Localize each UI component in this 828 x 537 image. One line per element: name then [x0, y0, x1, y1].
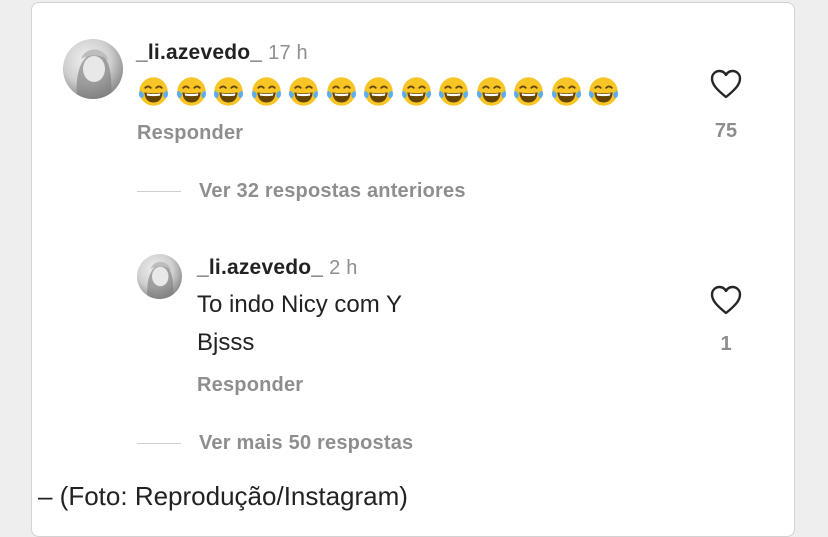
reply-like-count: 1	[720, 333, 732, 355]
reply-timestamp: 2 h	[329, 257, 358, 279]
face-with-tears-of-joy-icon	[439, 77, 468, 106]
face-with-tears-of-joy-icon	[476, 77, 506, 106]
face-with-tears-of-joy-icon	[551, 77, 581, 106]
divider-line	[137, 191, 181, 192]
timestamp: 17 h	[268, 42, 308, 64]
username-link[interactable]: _li.azevedo_	[136, 41, 262, 64]
photo-caption: – (Foto: Reprodução/Instagram)	[38, 481, 408, 511]
reply-button[interactable]: Responder	[137, 122, 243, 145]
reply-text-line-2: Bjsss	[197, 329, 255, 356]
like-heart-icon[interactable]	[710, 69, 742, 99]
view-previous-label[interactable]: Ver 32 respostas anteriores	[199, 180, 466, 203]
reply-header: _li.azevedo_ 2 h	[197, 256, 358, 280]
view-more-replies[interactable]: Ver mais 50 respostas	[137, 432, 413, 455]
comment-header: _li.azevedo_ 17 h	[136, 41, 308, 65]
face-with-tears-of-joy-icon	[401, 77, 431, 106]
face-with-tears-of-joy-icon	[514, 77, 543, 106]
face-with-tears-of-joy-icon	[364, 77, 393, 106]
comment-text	[137, 75, 620, 109]
reply-avatar[interactable]	[137, 254, 182, 299]
divider-line	[137, 443, 181, 444]
reply-text-line-1: To indo Nicy com Y	[197, 291, 402, 318]
avatar[interactable]	[63, 39, 123, 99]
face-with-tears-of-joy-icon	[139, 77, 168, 106]
face-with-tears-of-joy-icon	[289, 77, 318, 106]
view-more-label[interactable]: Ver mais 50 respostas	[199, 432, 413, 455]
view-previous-replies[interactable]: Ver 32 respostas anteriores	[137, 180, 466, 203]
face-with-tears-of-joy-icon	[589, 77, 618, 106]
reply-like-heart-icon[interactable]	[710, 285, 742, 315]
face-with-tears-of-joy-icon	[214, 77, 243, 106]
face-with-tears-of-joy-icon	[326, 77, 356, 106]
reply-username-link[interactable]: _li.azevedo_	[197, 256, 323, 279]
like-count: 75	[714, 120, 738, 142]
reply-reply-button[interactable]: Responder	[197, 374, 303, 397]
face-with-tears-of-joy-icon	[176, 77, 206, 106]
face-with-tears-of-joy-icon	[251, 77, 281, 106]
comment-card: _li.azevedo_ 17 h Responder 75 Ver 32 res…	[31, 2, 795, 537]
